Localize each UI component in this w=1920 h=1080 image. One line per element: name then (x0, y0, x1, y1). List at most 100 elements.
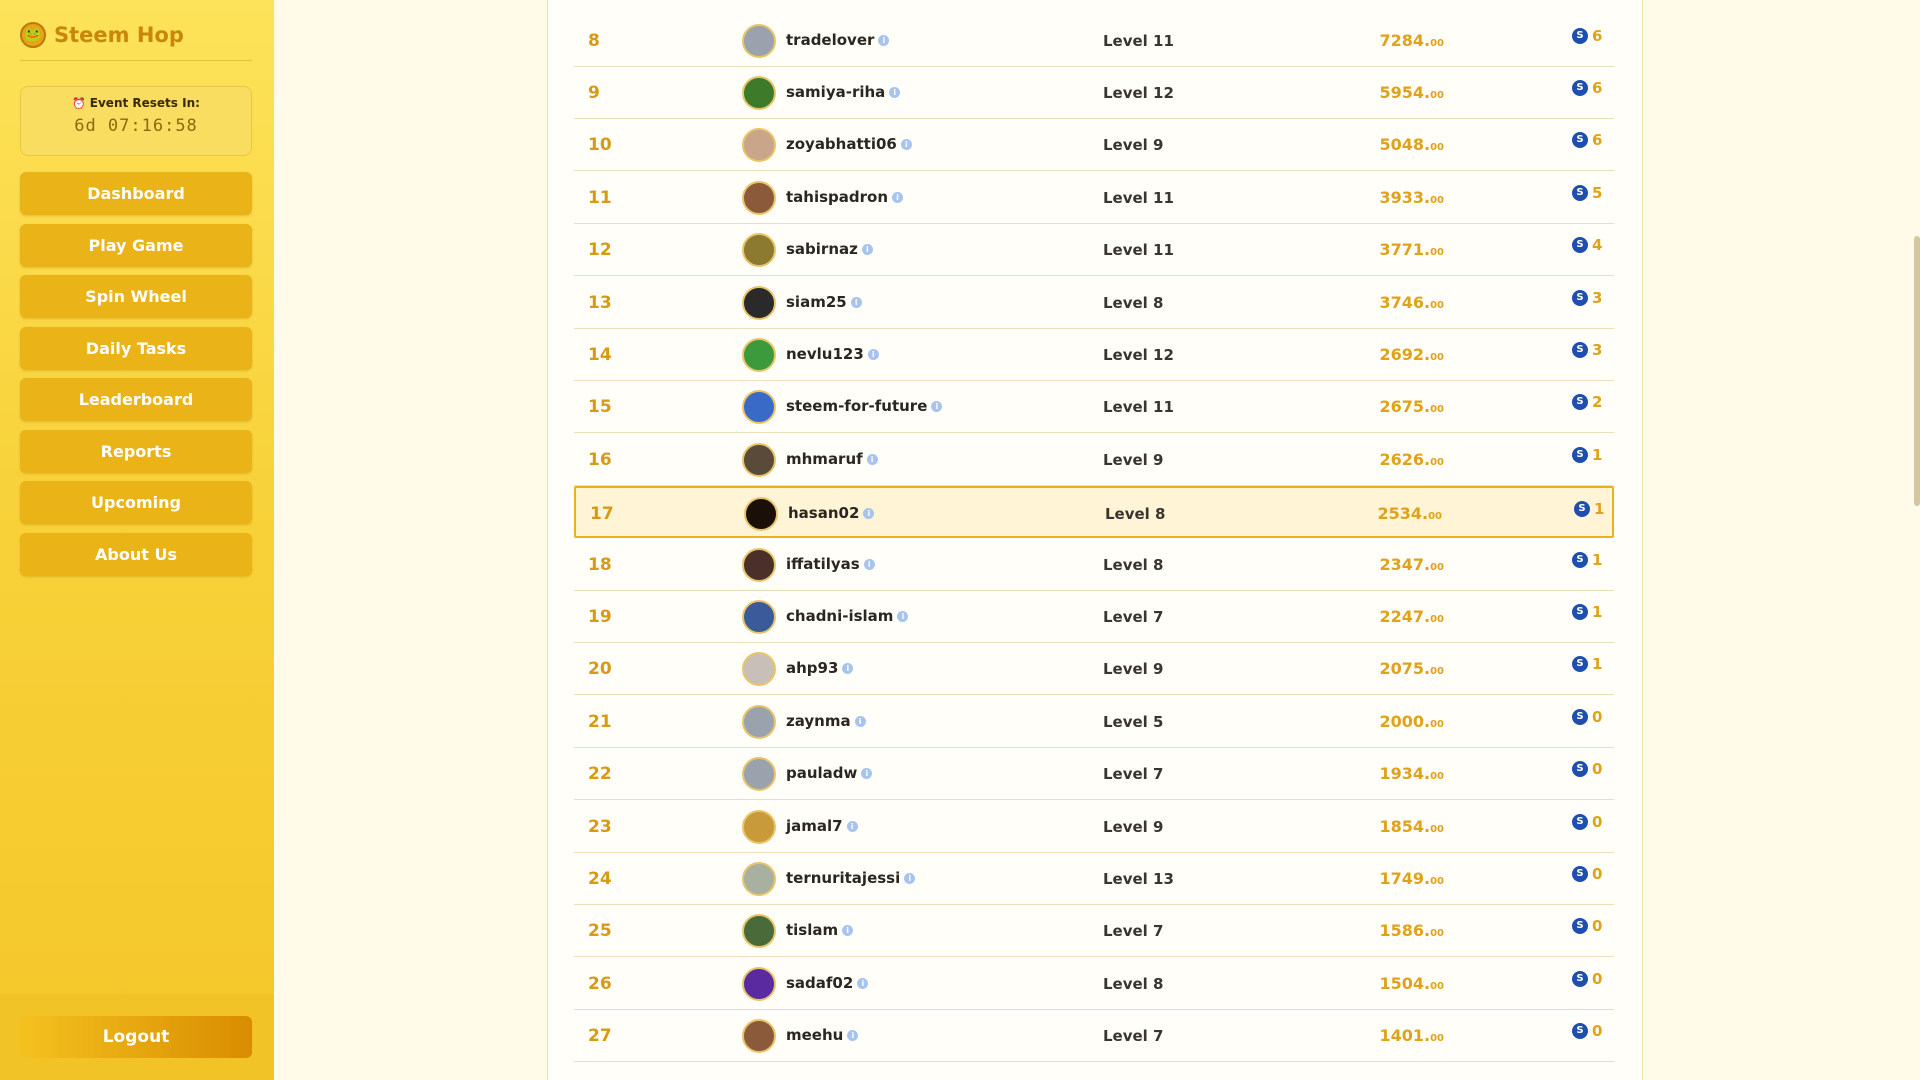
avatar[interactable] (742, 128, 776, 163)
avatar[interactable] (742, 652, 776, 687)
table-row[interactable]: 11 tahispadron i Level 11 3933.00 S 5 (574, 172, 1614, 224)
level: Level 5 (1103, 712, 1164, 731)
nav-daily-tasks-button[interactable]: Daily Tasks (20, 326, 252, 370)
score: 2347.00 (1379, 554, 1444, 574)
info-icon[interactable]: i (931, 401, 943, 413)
avatar[interactable] (742, 390, 776, 425)
info-icon[interactable]: i (897, 610, 909, 622)
username[interactable]: zaynma (786, 712, 851, 730)
nav-spin-wheel-button[interactable]: Spin Wheel (20, 275, 252, 318)
info-icon[interactable]: i (842, 925, 854, 937)
steem-coin-icon: S (1574, 501, 1590, 518)
username[interactable]: zoyabhatti06 (786, 135, 897, 153)
table-row[interactable]: 13 siam25 i Level 8 3746.00 S 3 (574, 277, 1614, 329)
avatar[interactable] (742, 966, 776, 1001)
info-icon[interactable]: i (866, 453, 878, 465)
score: 5048.00 (1379, 135, 1444, 155)
avatar[interactable] (742, 285, 776, 320)
info-icon[interactable]: i (867, 348, 879, 360)
table-row[interactable]: 21 zaynma i Level 5 2000.00 S 0 (574, 696, 1614, 748)
username[interactable]: tahispadron (786, 188, 888, 206)
rank: 13 (588, 292, 612, 313)
steem-reward: S6 (1572, 27, 1602, 45)
table-row-current-user[interactable]: 17 hasan02 i Level 8 2534.00 S 1 (574, 486, 1614, 539)
info-icon[interactable]: i (863, 508, 875, 520)
table-row[interactable]: 26 sadaf02 i Level 8 1504.00 S 0 (574, 958, 1614, 1010)
table-row[interactable]: 19 chadni-islam i Level 7 2247.00 S 1 (574, 591, 1614, 643)
nav-leaderboard-button[interactable]: Leaderboard (20, 378, 252, 421)
leaderboard-panel: 8 tradelover i Level 11 7284.00 S 6 9 samiya-rih… (547, 0, 1643, 1080)
score: 5954.00 (1379, 82, 1444, 102)
username[interactable]: sabirnaz (786, 240, 858, 258)
avatar[interactable] (742, 809, 776, 844)
table-row[interactable]: 22 pauladw i Level 7 1934.00 S 0 (574, 748, 1614, 801)
info-icon[interactable]: i (861, 244, 873, 256)
nav-reports-button[interactable]: Reports (20, 429, 252, 473)
username[interactable]: iffatilyas (786, 555, 860, 573)
info-icon[interactable]: i (878, 34, 890, 46)
username[interactable]: siam25 (786, 293, 847, 311)
logout-button[interactable]: Logout (20, 1016, 252, 1058)
info-icon[interactable]: i (846, 820, 858, 832)
table-row[interactable]: 25 tislam i Level 7 1586.00 S 0 (574, 905, 1614, 958)
avatar[interactable] (742, 180, 776, 215)
username[interactable]: tislam (786, 921, 838, 939)
avatar[interactable] (742, 914, 776, 949)
table-row[interactable]: 20 ahp93 i Level 9 2075.00 S 1 (574, 643, 1614, 696)
nav-about-us-button[interactable]: About Us (20, 532, 252, 576)
username[interactable]: chadni-islam (786, 607, 893, 625)
username[interactable]: ternuritajessi (786, 869, 900, 887)
avatar[interactable] (742, 337, 776, 372)
table-row[interactable]: 24 ternuritajessi i Level 13 1749.00 S 0 (574, 853, 1614, 905)
username[interactable]: mhmaruf (786, 450, 863, 468)
info-icon[interactable]: i (847, 1030, 859, 1042)
table-row[interactable]: 23 jamal7 i Level 9 1854.00 S 0 (574, 801, 1614, 853)
username[interactable]: jamal7 (786, 817, 843, 835)
nav-play-game-button[interactable]: Play Game (20, 223, 252, 267)
avatar[interactable] (742, 757, 776, 792)
table-row[interactable]: 27 meehu i Level 7 1401.00 S 0 (574, 1010, 1614, 1063)
info-icon[interactable]: i (904, 872, 916, 884)
username[interactable]: steem-for-future (786, 397, 927, 415)
table-row[interactable]: 14 nevlu123 i Level 12 2692.00 S 3 (574, 329, 1614, 381)
info-icon[interactable]: i (863, 558, 875, 570)
table-row[interactable]: 12 sabirnaz i Level 11 3771.00 S 4 (574, 224, 1614, 277)
avatar[interactable] (742, 442, 776, 477)
info-icon[interactable]: i (850, 296, 862, 308)
table-row[interactable]: 10 zoyabhatti06 i Level 9 5048.00 S 6 (574, 119, 1614, 172)
avatar[interactable] (744, 497, 778, 532)
avatar[interactable] (742, 75, 776, 110)
table-row[interactable]: 8 tradelover i Level 11 7284.00 S 6 (574, 15, 1614, 67)
username[interactable]: samiya-riha (786, 83, 885, 101)
avatar[interactable] (742, 704, 776, 739)
table-row[interactable]: 15 steem-for-future i Level 11 2675.00 S 2 (574, 381, 1614, 434)
username[interactable]: nevlu123 (786, 345, 864, 363)
avatar[interactable] (742, 23, 776, 58)
username[interactable]: tradelover (786, 31, 874, 49)
avatar[interactable] (742, 1019, 776, 1054)
username[interactable]: ahp93 (786, 659, 838, 677)
username[interactable]: meehu (786, 1026, 843, 1044)
info-icon[interactable]: i (889, 86, 901, 98)
info-icon[interactable]: i (842, 663, 854, 675)
info-icon[interactable]: i (892, 191, 904, 203)
info-icon[interactable]: i (854, 715, 866, 727)
brand[interactable]: 🐸 Steem Hop (20, 22, 184, 48)
avatar[interactable] (742, 599, 776, 634)
table-row[interactable]: 9 samiya-riha i Level 12 5954.00 S 6 (574, 67, 1614, 119)
avatar[interactable] (742, 547, 776, 582)
username[interactable]: sadaf02 (786, 974, 853, 992)
username[interactable]: hasan02 (788, 504, 859, 522)
table-row[interactable]: 16 mhmaruf i Level 9 2626.00 S 1 (574, 434, 1614, 486)
avatar[interactable] (742, 861, 776, 896)
scrollbar-thumb[interactable] (1914, 236, 1920, 506)
score: 2075.00 (1379, 659, 1444, 679)
table-row[interactable]: 18 iffatilyas i Level 8 2347.00 S 1 (574, 539, 1614, 591)
info-icon[interactable]: i (900, 139, 912, 151)
info-icon[interactable]: i (857, 977, 869, 989)
nav-upcoming-button[interactable]: Upcoming (20, 481, 252, 524)
nav-dashboard-button[interactable]: Dashboard (20, 172, 252, 215)
info-icon[interactable]: i (861, 768, 873, 780)
username[interactable]: pauladw (786, 764, 857, 782)
avatar[interactable] (742, 233, 776, 268)
